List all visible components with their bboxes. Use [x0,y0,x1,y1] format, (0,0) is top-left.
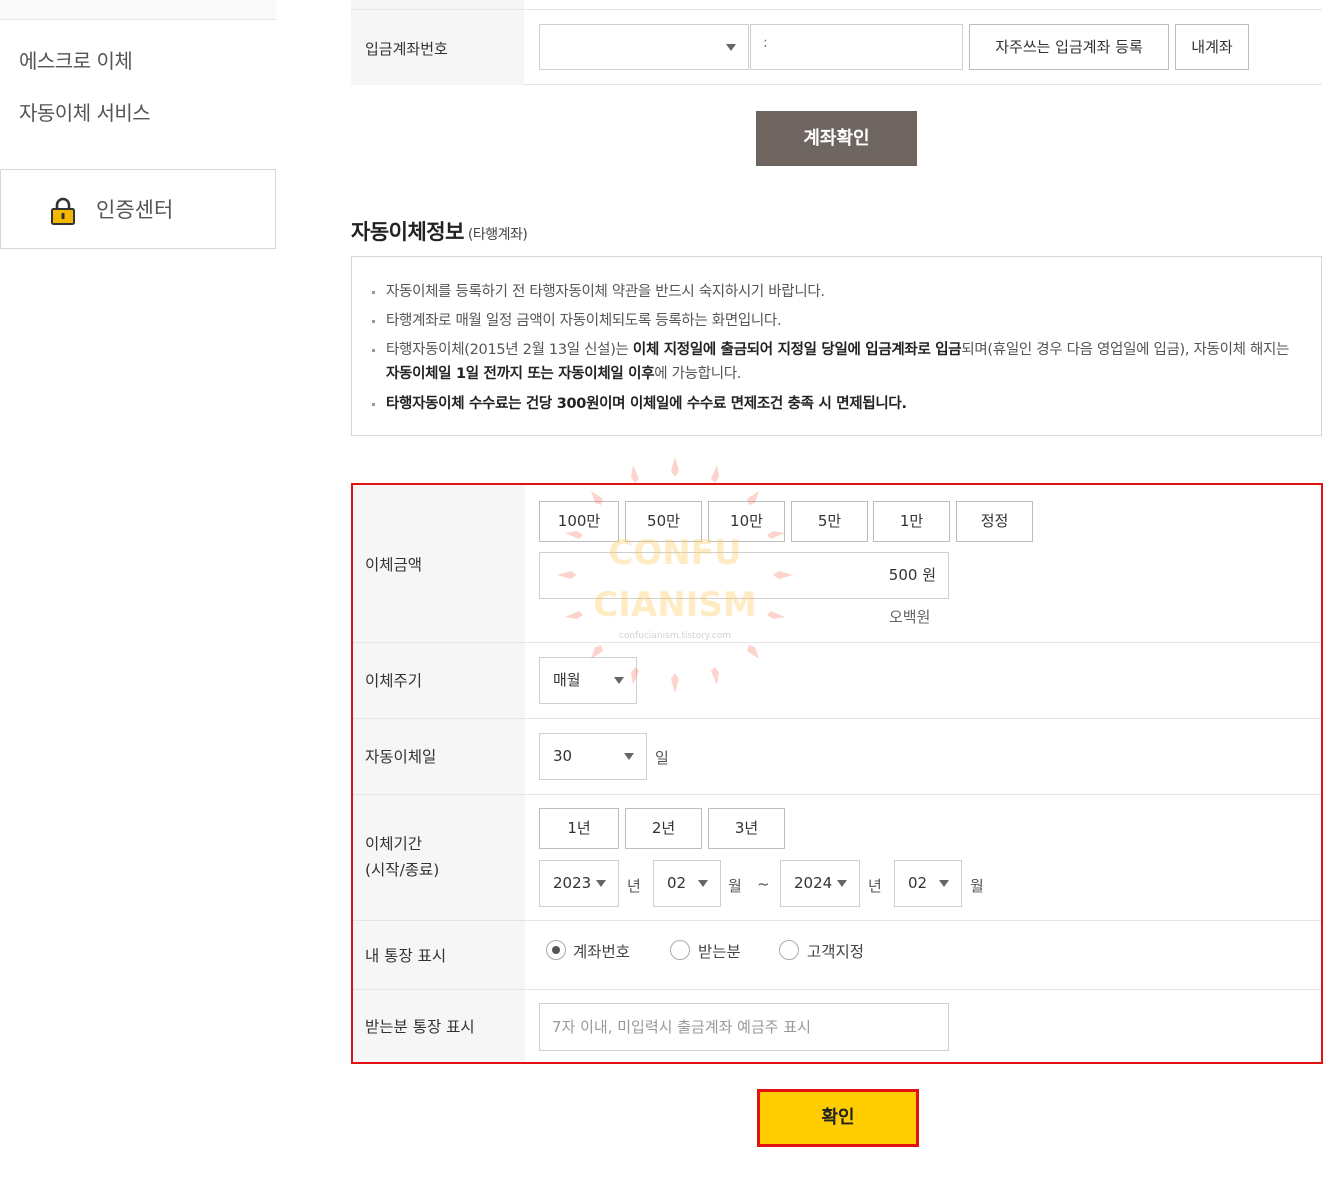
amount-label: 이체금액 [365,556,423,574]
end-year-select[interactable]: 2024 [780,860,860,907]
cycle-select-value: 매월 [553,671,581,689]
transfer-day-header: 자동이체일 [353,719,525,794]
period-label-sub: (시작/종료) [365,861,440,879]
amount-hangul-text: 오백원 [889,608,931,626]
radio-account-number[interactable] [546,940,566,960]
end-year-value: 2024 [794,874,833,892]
cycle-label: 이체주기 [365,672,423,690]
deposit-account-header: 입금계좌번호 [351,10,524,85]
amount-reset-button[interactable]: 정정 [956,501,1033,542]
auto-transfer-form: 이체금액 100만 50만 10만 5만 1만 정정 500 원 오백원 이체주… [351,483,1323,1064]
deposit-account-label: 입금계좌번호 [365,40,448,58]
my-passbook-header: 내 통장 표시 [353,921,525,989]
amount-input[interactable]: 500 원 [539,552,949,599]
chevron-down-icon [939,880,949,887]
quick-amount-button[interactable]: 50만 [625,501,702,542]
recipient-passbook-header: 받는분 통장 표시 [353,990,525,1062]
sidebar-header-area [0,0,276,19]
cycle-select[interactable]: 매월 [539,657,637,704]
transfer-day-label: 자동이체일 [365,748,437,766]
period-label: 이체기간 [365,835,423,853]
sidebar-divider [0,19,276,20]
confirm-button[interactable]: 확인 [757,1089,919,1147]
start-year-select[interactable]: 2023 [539,860,619,907]
quick-amount-button[interactable]: 5만 [791,501,868,542]
sidebar-item-auto-transfer[interactable]: 자동이체 서비스 [19,97,151,126]
section-title-text: 자동이체정보 [351,220,464,244]
bank-select[interactable] [539,24,749,70]
my-account-button[interactable]: 내계좌 [1175,24,1249,70]
chevron-down-icon [837,880,847,887]
notice-item: 타행자동이체 수수료는 건당 300원이며 이체일에 수수료 면제조건 충족 시… [372,392,1302,416]
register-favorite-account-button[interactable]: 자주쓰는 입금계좌 등록 [969,24,1169,70]
year-unit: 년 [868,877,882,895]
month-unit: 월 [970,877,984,895]
recipient-passbook-label: 받는분 통장 표시 [365,1018,475,1036]
notice-item: 타행자동이체(2015년 2월 13일 신설)는 이체 지정일에 출금되어 지정… [372,338,1302,386]
auth-center-label: 인증센터 [96,198,174,222]
account-number-input[interactable]: : [750,24,963,70]
notice-item: 타행계좌로 매월 일정 금액이 자동이체되도록 등록하는 화면입니다. [372,309,1302,333]
chevron-down-icon [698,880,708,887]
lock-icon [51,197,75,225]
period-1y-button[interactable]: 1년 [539,808,619,849]
transfer-day-row: 자동이체일 30 일 [353,719,1321,795]
transfer-day-select[interactable]: 30 [539,733,647,780]
my-passbook-row: 내 통장 표시 계좌번호 받는분 고객지정 [353,921,1321,990]
quick-amount-button[interactable]: 10만 [708,501,785,542]
month-unit: 월 [728,877,742,895]
auth-center-link[interactable]: 인증센터 [0,169,276,249]
start-month-select[interactable]: 02 [653,860,721,907]
period-2y-button[interactable]: 2년 [625,808,702,849]
radio-custom[interactable] [779,940,799,960]
period-header: 이체기간 (시작/종료) [353,795,525,920]
notice-box: 자동이체를 등록하기 전 타행자동이체 약관을 반드시 숙지하시기 바랍니다. … [351,256,1322,436]
radio-label: 계좌번호 [573,943,631,961]
chevron-down-icon [726,44,736,51]
check-account-button[interactable]: 계좌확인 [756,111,917,166]
start-month-value: 02 [667,874,687,892]
recipient-passbook-input[interactable]: 7자 이내, 미입력시 출금계좌 예금주 표시 [539,1003,949,1051]
sidebar-item-escrow-transfer[interactable]: 에스크로 이체 [19,45,133,74]
amount-row: 이체금액 100만 50만 10만 5만 1만 정정 500 원 오백원 [353,485,1321,643]
period-3y-button[interactable]: 3년 [708,808,785,849]
table-header-strip [351,0,524,9]
chevron-down-icon [596,880,606,887]
year-unit: 년 [627,877,641,895]
quick-amount-button[interactable]: 100만 [539,501,619,542]
radio-label: 고객지정 [807,943,865,961]
section-title: 자동이체정보 (타행계좌) [351,216,528,246]
end-month-value: 02 [908,874,928,892]
transfer-day-value: 30 [553,747,573,765]
chevron-down-icon [614,677,624,684]
radio-recipient[interactable] [670,940,690,960]
chevron-down-icon [624,753,634,760]
recipient-passbook-row: 받는분 통장 표시 7자 이내, 미입력시 출금계좌 예금주 표시 [353,990,1321,1062]
period-row: 이체기간 (시작/종료) 1년 2년 3년 2023 년 02 월 ~ 2024… [353,795,1321,921]
amount-header: 이체금액 [353,485,525,642]
section-subtitle: (타행계좌) [467,227,528,243]
end-month-select[interactable]: 02 [894,860,962,907]
notice-item: 자동이체를 등록하기 전 타행자동이체 약관을 반드시 숙지하시기 바랍니다. [372,280,1302,304]
radio-label: 받는분 [698,943,741,961]
cycle-row: 이체주기 매월 [353,643,1321,719]
period-separator: ~ [757,875,770,893]
cycle-header: 이체주기 [353,643,525,718]
my-passbook-label: 내 통장 표시 [365,947,447,965]
start-year-value: 2023 [553,874,592,892]
day-unit: 일 [655,749,669,767]
quick-amount-button[interactable]: 1만 [873,501,950,542]
